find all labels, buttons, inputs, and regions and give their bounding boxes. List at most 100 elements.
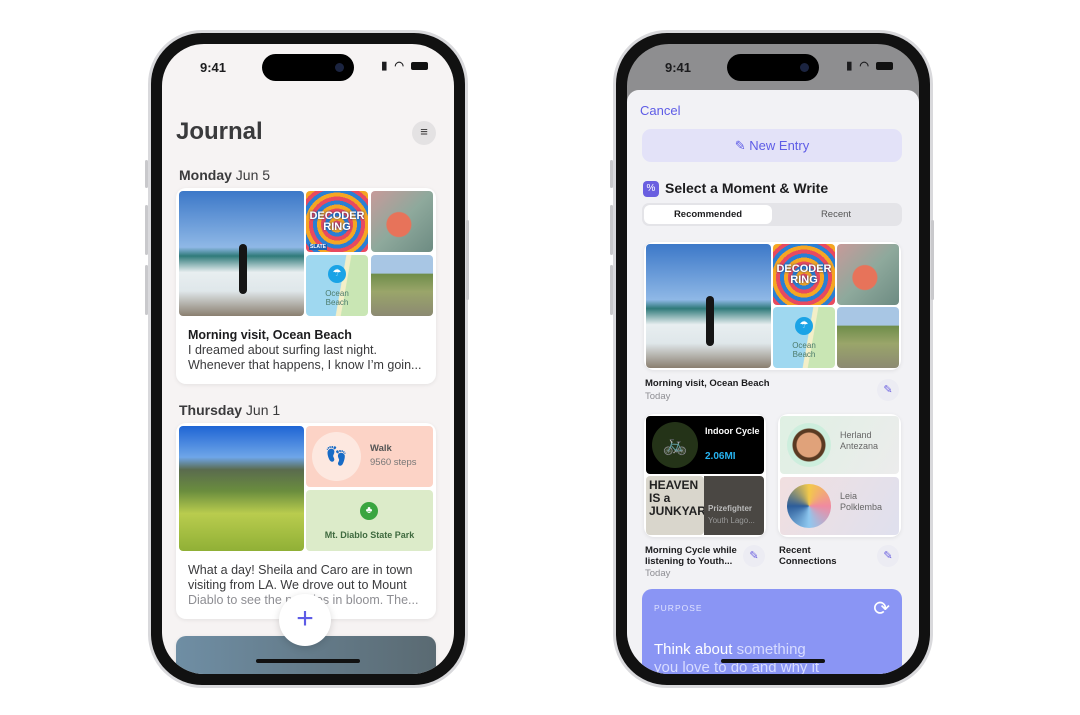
wifi-icon: ◠ (394, 60, 406, 72)
add-entry-button[interactable]: + (279, 594, 331, 646)
side-button (610, 205, 613, 255)
side-button (145, 160, 148, 188)
side-button (610, 160, 613, 188)
compose-icon: ✎ (749, 550, 759, 562)
contact-tile: Leia Polklemba (780, 477, 899, 535)
album-artwork: HEAVEN IS a JUNKYARD (646, 476, 704, 535)
new-entry-screen: 9:41 ▮ ◠ Cancel ✎ New Entry % Select a M… (627, 44, 919, 674)
battery-icon (411, 62, 428, 71)
moment-subtitle: Today (645, 391, 671, 402)
entry-text-line: I dreamed about surfing last night. (188, 343, 378, 357)
compose-button[interactable]: ✎ (877, 379, 899, 401)
location-map: ☂ Ocean Beach (306, 255, 368, 316)
filter-icon: ≡ (420, 124, 428, 139)
track-name: Prizefighter (708, 504, 753, 513)
entry-text-line: Whenever that happens, I know I’m goin..… (188, 358, 422, 372)
side-button (145, 265, 148, 315)
plus-icon: + (296, 602, 314, 635)
memoji-avatar (787, 423, 831, 467)
journal-entry-card[interactable]: DECODER RING SLATE ☂ Ocean Beach Morning v… (176, 188, 436, 384)
workout-label: Indoor Cycle (705, 426, 760, 436)
section-title: Select a Moment & Write (665, 180, 829, 196)
entry-title: Morning visit, Ocean Beach (188, 328, 352, 342)
segment-recommended[interactable]: Recommended (644, 205, 772, 224)
podcast-artwork: DECODER RING SLATE (306, 191, 368, 252)
moment-card[interactable]: 🚲 Indoor Cycle 2.06MI HEAVEN IS a JUNKYA… (644, 414, 766, 537)
park-map-tile: ♣ Mt. Diablo State Park (306, 490, 433, 551)
map-place-label: Ocean Beach (792, 341, 816, 359)
compose-button[interactable]: ✎ (743, 545, 765, 567)
status-icons: ▮ ◠ (846, 59, 893, 72)
page-title: Journal (176, 118, 263, 145)
cancel-button[interactable]: Cancel (640, 103, 680, 118)
day-label: Monday (179, 167, 232, 183)
wifi-icon: ◠ (859, 60, 871, 72)
beach-pin-icon: ☂ (795, 317, 813, 335)
workout-tile: 🚲 Indoor Cycle 2.06MI (646, 416, 764, 474)
cycling-icon: 🚲 (652, 422, 698, 468)
beach-pin-icon: ☂ (328, 265, 346, 283)
podcast-title: DECODER RING (309, 209, 365, 233)
battery-icon (876, 62, 893, 71)
prompt-category: PURPOSE (654, 603, 703, 613)
new-entry-sheet: Cancel ✎ New Entry % Select a Moment & W… (627, 90, 919, 674)
new-entry-label: New Entry (749, 138, 810, 153)
map-place-label: Ocean Beach (325, 289, 349, 307)
home-indicator[interactable] (721, 659, 825, 663)
podcast-title: DECODER RING (776, 262, 832, 286)
workout-distance: 2.06MI (705, 451, 736, 462)
date-label: Jun 5 (235, 167, 271, 183)
journal-entry-card[interactable]: 👣 Walk 9560 steps ♣ Mt. Diablo State Par… (176, 423, 436, 619)
filter-button[interactable]: ≡ (412, 121, 436, 145)
status-time: 9:41 (200, 60, 227, 75)
segment-recent[interactable]: Recent (772, 205, 900, 224)
footprints-icon: 👣 (312, 432, 361, 481)
beach-photo (179, 191, 304, 316)
section-date-header: Thursday Jun 1 (179, 402, 280, 418)
right-iphone: 9:41 ▮ ◠ Cancel ✎ New Entry % Select a M… (613, 30, 933, 688)
podcast-artwork: DECODER RING (773, 244, 835, 305)
compose-button[interactable]: ✎ (877, 545, 899, 567)
side-button (145, 205, 148, 255)
dynamic-island (727, 54, 819, 81)
new-entry-button[interactable]: ✎ New Entry (642, 129, 902, 162)
moment-title: Morning Cycle while listening to Youth..… (645, 545, 737, 567)
refresh-icon[interactable]: ⟳ (873, 596, 890, 621)
home-indicator[interactable] (256, 659, 360, 663)
activity-label: Walk (370, 443, 392, 454)
side-button (466, 220, 469, 300)
steps-count: 9560 steps (370, 457, 417, 468)
moment-card[interactable]: Herland Antezana Leia Polklemba (778, 414, 901, 537)
contact-tile: Herland Antezana (780, 416, 899, 474)
side-button (610, 265, 613, 315)
shell-photo (837, 244, 899, 305)
segmented-control: Recommended Recent (642, 203, 902, 226)
compose-icon: ✎ (883, 384, 893, 396)
suggestions-icon: % (643, 181, 659, 197)
signal-icon: ▮ (381, 60, 390, 72)
coast-road-photo (837, 307, 899, 368)
contact-photo-avatar (787, 484, 831, 528)
compose-icon: ✎ (883, 550, 893, 562)
contact-name: Leia Polklemba (840, 491, 883, 512)
tree-pin-icon: ♣ (360, 502, 378, 520)
entry-text-line: What a day! Sheila and Caro are in town (188, 563, 413, 577)
left-iphone: 9:41 ▮ ◠ Journal ≡ Monday Jun 5 DECODER … (148, 30, 468, 688)
status-time: 9:41 (665, 60, 692, 75)
prompt-text: Think about something (654, 641, 806, 658)
prompt-rest: something (736, 641, 806, 658)
map-place-label: Mt. Diablo State Park (324, 530, 415, 540)
day-label: Thursday (179, 402, 243, 418)
podcast-publisher: SLATE (309, 244, 328, 250)
moment-card[interactable]: DECODER RING ☂ Ocean Beach (644, 242, 901, 370)
journal-screen: 9:41 ▮ ◠ Journal ≡ Monday Jun 5 DECODER … (162, 44, 454, 674)
section-date-header: Monday Jun 5 (179, 167, 270, 183)
now-playing-tile: Prizefighter Youth Lago... (704, 476, 764, 535)
date-label: Jun 1 (245, 402, 281, 418)
coast-road-photo (371, 255, 433, 316)
walk-activity-tile: 👣 Walk 9560 steps (306, 426, 433, 487)
beach-photo (646, 244, 771, 368)
moment-title: Morning visit, Ocean Beach (645, 378, 770, 389)
side-button (931, 220, 934, 300)
location-map: ☂ Ocean Beach (773, 307, 835, 368)
